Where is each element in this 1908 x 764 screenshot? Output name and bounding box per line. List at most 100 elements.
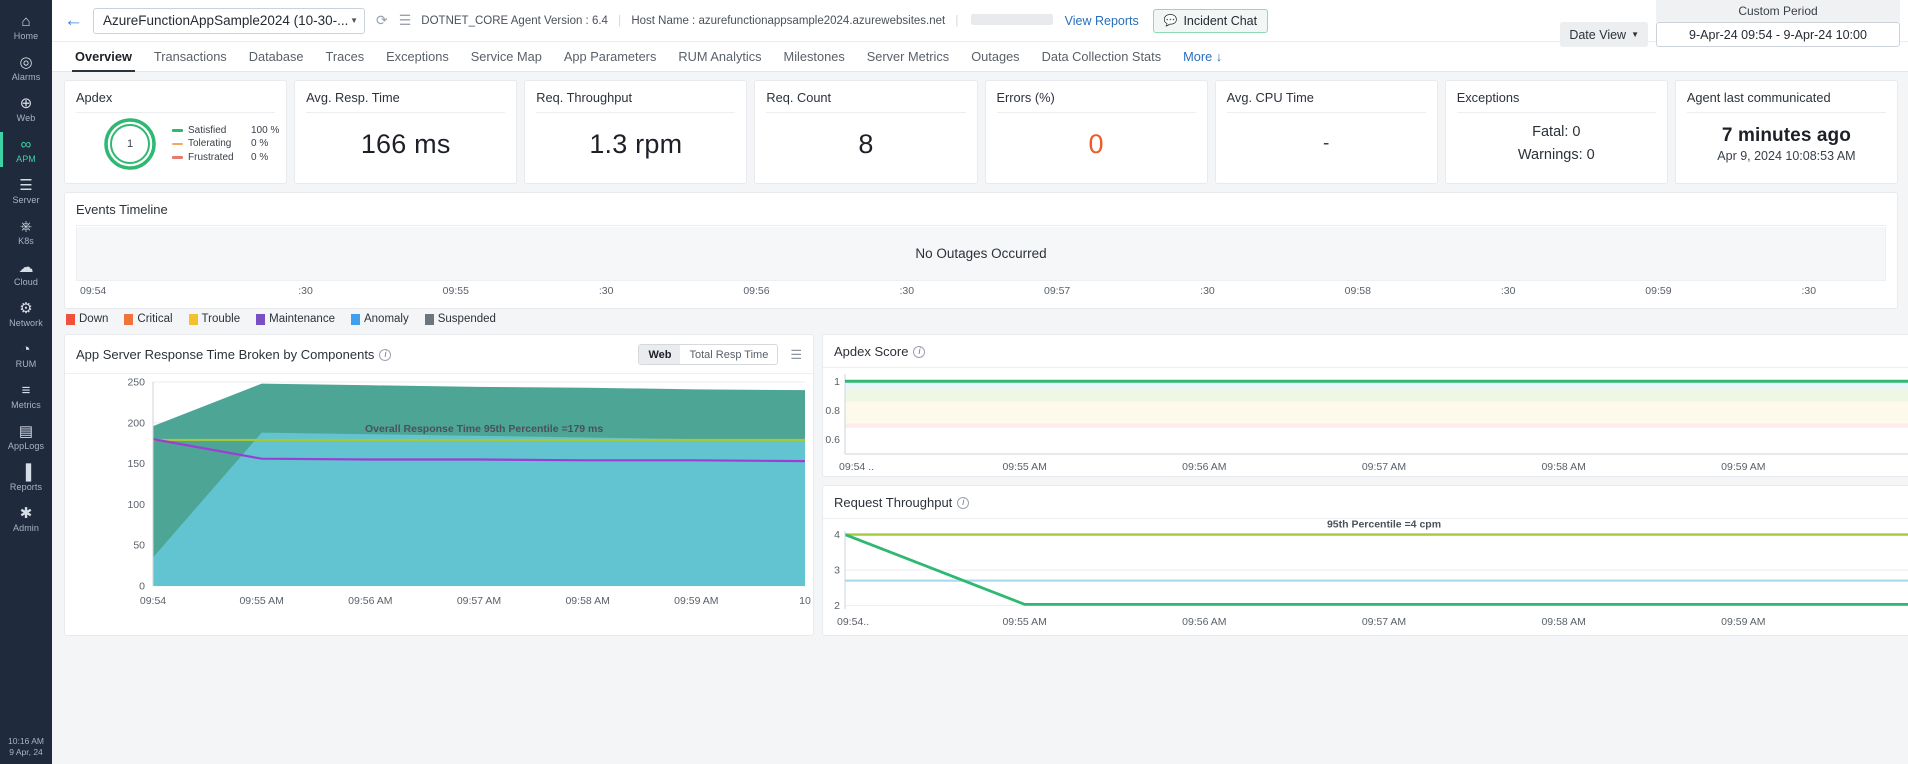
info-icon-apdex[interactable]: i xyxy=(913,346,925,358)
kpi-title-errors-pct: Errors (%) xyxy=(997,90,1196,113)
sidebar-item-web[interactable]: ⊕Web xyxy=(0,88,52,129)
apdex-legend-item: Tolerating0 % xyxy=(172,137,279,151)
sidebar-item-rum[interactable]: ◔RUM xyxy=(0,334,52,375)
agent-version-text: DOTNET_CORE Agent Version : 6.4 xyxy=(421,15,608,27)
redacted-field xyxy=(971,14,1053,25)
events-legend-item[interactable]: Critical xyxy=(124,313,172,325)
kpi-value-agent-absolute-time: Apr 9, 2024 10:08:53 AM xyxy=(1687,149,1886,163)
refresh-icon[interactable]: ⟳ xyxy=(376,12,388,29)
tab-database[interactable]: Database xyxy=(238,49,315,71)
events-legend-item[interactable]: Trouble xyxy=(189,313,241,325)
date-view-button[interactable]: Date View ▼ xyxy=(1560,22,1648,47)
tab-transactions[interactable]: Transactions xyxy=(143,49,238,71)
timeline-tick: 09:59 xyxy=(1583,285,1733,297)
sidebar-item-cloud[interactable]: ☁Cloud xyxy=(0,252,52,293)
x-tick-label: 09:56 AM xyxy=(348,595,392,607)
events-timeline-axis: 09:54:3009:55:3009:56:3009:57:3009:58:30… xyxy=(76,281,1886,301)
x-tick-label: 09:58 AM xyxy=(1541,461,1585,473)
sidebar-item-network[interactable]: ⚙Network xyxy=(0,293,52,334)
kpi-card-req-count: Req. Count 8 xyxy=(754,80,977,184)
sidebar-item-admin[interactable]: ✱Admin xyxy=(0,498,52,539)
toggle-option-web[interactable]: Web xyxy=(639,345,680,364)
chevron-down-icon: ▼ xyxy=(350,16,358,25)
events-legend-item[interactable]: Suspended xyxy=(425,313,496,325)
sidebar-item-applogs[interactable]: ▤AppLogs xyxy=(0,416,52,457)
tab-outages[interactable]: Outages xyxy=(960,49,1030,71)
home-icon: ⌂ xyxy=(0,13,52,30)
panel-title-request-throughput: Request Throughput xyxy=(834,495,952,510)
tab-overview[interactable]: Overview xyxy=(64,49,143,71)
kpi-cards-row: Apdex 1 Satisfied100 %Tolerating0 %Frust… xyxy=(64,80,1898,184)
chart-apdex-score[interactable]: 10.80.6 09:54 ..09:55 AM09:56 AM09:57 AM… xyxy=(823,368,1908,476)
kpi-value-errors-pct: 0 xyxy=(1088,129,1103,160)
apdex-legend-item: Frustrated0 % xyxy=(172,151,279,165)
host-name-text: Host Name : azurefunctionappsample2024.a… xyxy=(631,15,945,27)
kpi-title-req-count: Req. Count xyxy=(766,90,965,113)
events-timeline-band[interactable]: No Outages Occurred xyxy=(76,227,1886,281)
timeline-tick: :30 xyxy=(230,285,380,297)
chart-app-server-response-time[interactable]: 050100150200250 Overall Response Time 95… xyxy=(65,374,813,622)
response-time-toggle[interactable]: Web Total Resp Time xyxy=(638,344,778,365)
tab-more[interactable]: More ↓ xyxy=(1172,49,1233,71)
x-tick-label: 09:54.. xyxy=(837,616,869,628)
meta-divider-2: | xyxy=(955,15,958,27)
y-tick-label: 0.6 xyxy=(825,434,840,446)
kpi-title-req-throughput: Req. Throughput xyxy=(536,90,735,113)
tab-app-parameters[interactable]: App Parameters xyxy=(553,49,667,71)
events-legend-item[interactable]: Anomaly xyxy=(351,313,409,325)
legend-swatch xyxy=(172,129,183,132)
x-tick-label: 09:55 AM xyxy=(239,595,283,607)
date-view-label: Date View xyxy=(1569,28,1626,42)
sidebar-item-home[interactable]: ⌂Home xyxy=(0,6,52,47)
events-legend-item[interactable]: Down xyxy=(66,313,108,325)
charts-row: App Server Response Time Broken by Compo… xyxy=(64,334,1898,636)
sidebar-item-label: Reports xyxy=(0,482,52,493)
chat-bubble-icon: 💬 xyxy=(1164,14,1178,27)
chart-menu-icon[interactable]: ☰ xyxy=(790,348,802,361)
sidebar-item-server[interactable]: ☰Server xyxy=(0,170,52,211)
sidebar-item-reports[interactable]: ▐Reports xyxy=(0,457,52,498)
top-bar: ← AzureFunctionAppSample2024 (10-30-... … xyxy=(52,0,1908,42)
application-selector[interactable]: AzureFunctionAppSample2024 (10-30-... ▼ xyxy=(93,8,365,34)
tab-exceptions[interactable]: Exceptions xyxy=(375,49,460,71)
timeline-tick: :30 xyxy=(1132,285,1282,297)
tab-rum-analytics[interactable]: RUM Analytics xyxy=(667,49,772,71)
y-tick-label: 0.8 xyxy=(825,405,840,417)
tab-data-collection-stats[interactable]: Data Collection Stats xyxy=(1031,49,1173,71)
kpi-value-exceptions-fatal: Fatal: 0 xyxy=(1457,121,1656,144)
legend-swatch xyxy=(425,314,434,325)
kpi-card-apdex: Apdex 1 Satisfied100 %Tolerating0 %Frust… xyxy=(64,80,287,184)
tab-traces[interactable]: Traces xyxy=(315,49,376,71)
info-icon-throughput[interactable]: i xyxy=(957,497,969,509)
toggle-option-total-resp-time[interactable]: Total Resp Time xyxy=(680,345,777,364)
kpi-value-agent-relative-time: 7 minutes ago xyxy=(1687,125,1886,147)
tab-milestones[interactable]: Milestones xyxy=(773,49,856,71)
x-tick-label: 09:57 AM xyxy=(1362,616,1406,628)
tab-server-metrics[interactable]: Server Metrics xyxy=(856,49,960,71)
date-range-input[interactable]: 9-Apr-24 09:54 - 9-Apr-24 10:00 xyxy=(1656,22,1900,47)
info-icon[interactable]: i xyxy=(379,349,391,361)
hamburger-menu-icon[interactable]: ☰ xyxy=(399,12,412,29)
applogs-icon: ▤ xyxy=(0,423,52,440)
back-arrow-icon[interactable]: ← xyxy=(64,11,83,30)
x-tick-label: 09:56 AM xyxy=(1182,616,1226,628)
chart-request-throughput[interactable]: 432 95th Percentile =4 cpm 09:54..09:55 … xyxy=(823,519,1908,635)
sidebar-item-k8s[interactable]: ⎈K8s xyxy=(0,211,52,252)
legend-value: 0 % xyxy=(251,151,268,165)
metrics-layers-icon: ≡ xyxy=(0,382,52,399)
x-tick-label: 10 xyxy=(799,595,811,607)
incident-chat-button[interactable]: 💬 Incident Chat xyxy=(1153,9,1268,33)
sidebar-item-metrics[interactable]: ≡Metrics xyxy=(0,375,52,416)
legend-swatch xyxy=(189,314,198,325)
x-tick-label: 09:57 AM xyxy=(457,595,501,607)
tab-service-map[interactable]: Service Map xyxy=(460,49,553,71)
x-tick-label: 09:54 .. xyxy=(839,461,874,473)
sidebar-item-alarms[interactable]: ◎Alarms xyxy=(0,47,52,88)
main-area: ← AzureFunctionAppSample2024 (10-30-... … xyxy=(52,0,1908,764)
legend-swatch xyxy=(172,156,183,159)
events-legend-item[interactable]: Maintenance xyxy=(256,313,335,325)
sidebar-item-apm[interactable]: ∞APM xyxy=(0,129,52,170)
events-timeline-card: Events Timeline No Outages Occurred 09:5… xyxy=(64,192,1898,309)
view-reports-link[interactable]: View Reports xyxy=(1065,14,1139,28)
sidebar-item-label: Network xyxy=(0,318,52,329)
